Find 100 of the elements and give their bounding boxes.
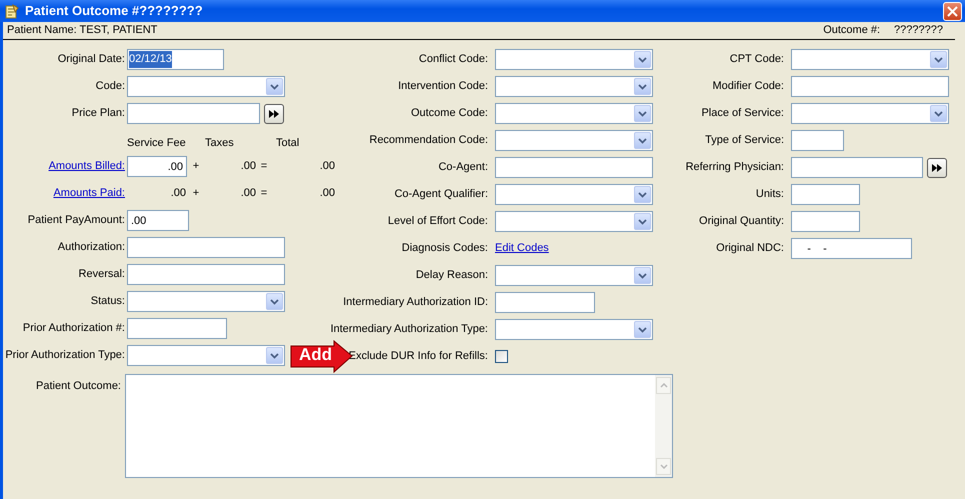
text-field[interactable]	[127, 264, 285, 285]
column-heading: Total	[275, 136, 300, 150]
amount-value: .00	[240, 159, 256, 174]
chevron-down-icon	[934, 110, 943, 116]
plus-sign: +	[192, 159, 200, 174]
fast-forward-icon	[268, 108, 280, 118]
scrollbar[interactable]	[655, 375, 672, 477]
text-field[interactable]: .00	[127, 210, 189, 231]
field-label: Original Date:	[58, 52, 125, 68]
dropdown[interactable]	[495, 76, 653, 97]
field-label: Units:	[756, 187, 784, 202]
plus-sign: +	[192, 186, 200, 202]
field-label: Intermediary Authorization ID:	[343, 295, 488, 310]
fast-forward-icon	[931, 162, 943, 172]
equals-sign: =	[260, 159, 268, 174]
text-field[interactable]: 02/12/13	[127, 49, 224, 70]
chevron-down-icon	[638, 56, 647, 62]
field-label: Status:	[90, 294, 125, 310]
outcome-label: Outcome #:	[823, 23, 880, 38]
text-field[interactable]: - -	[791, 238, 912, 259]
chevron-down-icon	[638, 272, 647, 278]
chevron-down-icon	[638, 110, 647, 116]
dropdown[interactable]	[495, 103, 653, 124]
window-title: Patient Outcome #????????	[25, 2, 203, 20]
field-label: Place of Service:	[701, 106, 784, 122]
text-field[interactable]	[127, 237, 285, 258]
field-label: Referring Physician:	[686, 160, 784, 176]
text-field[interactable]	[791, 157, 923, 178]
notepad-icon	[4, 3, 20, 19]
dropdown[interactable]	[495, 184, 653, 205]
chevron-down-icon	[660, 464, 668, 469]
text-field[interactable]	[127, 318, 227, 339]
text-field[interactable]	[791, 211, 860, 232]
fast-forward-button[interactable]	[264, 104, 284, 124]
chevron-down-icon	[270, 298, 279, 304]
chevron-down-icon	[638, 138, 647, 144]
field-label: Co-Agent Qualifier:	[394, 187, 488, 202]
amounts-link[interactable]: Amounts Paid:	[53, 185, 125, 202]
field-label: Recommendation Code:	[369, 133, 488, 148]
outcome-number: ????????	[894, 23, 943, 38]
field-label: Outcome Code:	[410, 106, 488, 122]
field-label: Intervention Code:	[398, 79, 488, 94]
field-label: Code:	[96, 79, 125, 94]
field-label: Modifier Code:	[712, 79, 784, 94]
dropdown[interactable]	[495, 319, 653, 340]
field-label: Diagnosis Codes:	[402, 241, 488, 256]
field-label: Reversal:	[78, 267, 125, 282]
patient-name: Patient Name: TEST, PATIENT	[7, 23, 158, 38]
field-label: Conflict Code:	[418, 52, 488, 68]
field-label: Authorization:	[58, 240, 125, 256]
chevron-down-icon	[934, 56, 943, 62]
amount-field[interactable]: .00	[127, 156, 187, 177]
field-label: Intermediary Authorization Type:	[330, 322, 488, 338]
chevron-down-icon	[638, 84, 647, 90]
field-label: Delay Reason:	[416, 268, 488, 284]
dropdown[interactable]	[495, 49, 653, 70]
amount-value: .00	[320, 186, 335, 202]
chevron-down-icon	[270, 84, 279, 90]
field-label: Original Quantity:	[699, 214, 784, 230]
field-label: Price Plan:	[72, 106, 125, 122]
amounts-link[interactable]: Amounts Billed:	[48, 158, 125, 175]
field-label: Level of Effort Code:	[388, 214, 488, 230]
dropdown[interactable]	[495, 211, 653, 232]
field-label: Prior Authorization Type:	[5, 348, 125, 364]
dropdown[interactable]	[127, 76, 285, 97]
fast-forward-button[interactable]	[927, 158, 947, 178]
text-field[interactable]	[791, 76, 949, 97]
edit-codes-link[interactable]: Edit Codes	[495, 240, 549, 257]
field-label: CPT Code:	[730, 52, 784, 68]
dropdown[interactable]	[127, 291, 285, 312]
chevron-down-icon	[638, 326, 647, 332]
dropdown[interactable]	[791, 49, 949, 70]
close-button[interactable]	[943, 2, 962, 20]
amount-value: .00	[170, 186, 187, 202]
dropdown[interactable]	[495, 265, 653, 286]
field-label: Co-Agent:	[438, 160, 488, 176]
equals-sign: =	[260, 186, 268, 202]
field-label: Patient Outcome:	[36, 379, 121, 394]
text-area[interactable]	[125, 374, 673, 478]
dropdown[interactable]	[495, 130, 653, 151]
close-icon	[947, 6, 958, 16]
dropdown[interactable]	[127, 345, 285, 366]
text-field[interactable]	[127, 103, 260, 124]
text-field[interactable]	[791, 184, 860, 205]
text-field[interactable]	[495, 157, 653, 178]
field-label: Original NDC:	[716, 241, 784, 256]
chevron-down-icon	[638, 192, 647, 198]
field-label: Patient PayAmount:	[28, 213, 125, 228]
amount-value: .00	[320, 159, 335, 174]
amount-value: .00	[240, 186, 256, 202]
text-field[interactable]	[495, 292, 595, 313]
field-label: Prior Authorization #:	[22, 321, 125, 336]
checkbox[interactable]	[495, 350, 508, 363]
chevron-down-icon	[270, 352, 279, 358]
dropdown[interactable]	[791, 103, 949, 124]
column-heading: Taxes	[205, 136, 234, 150]
chevron-up-icon	[660, 383, 668, 388]
text-field[interactable]	[791, 130, 844, 151]
column-heading: Service Fee	[127, 136, 187, 150]
chevron-down-icon	[638, 218, 647, 224]
